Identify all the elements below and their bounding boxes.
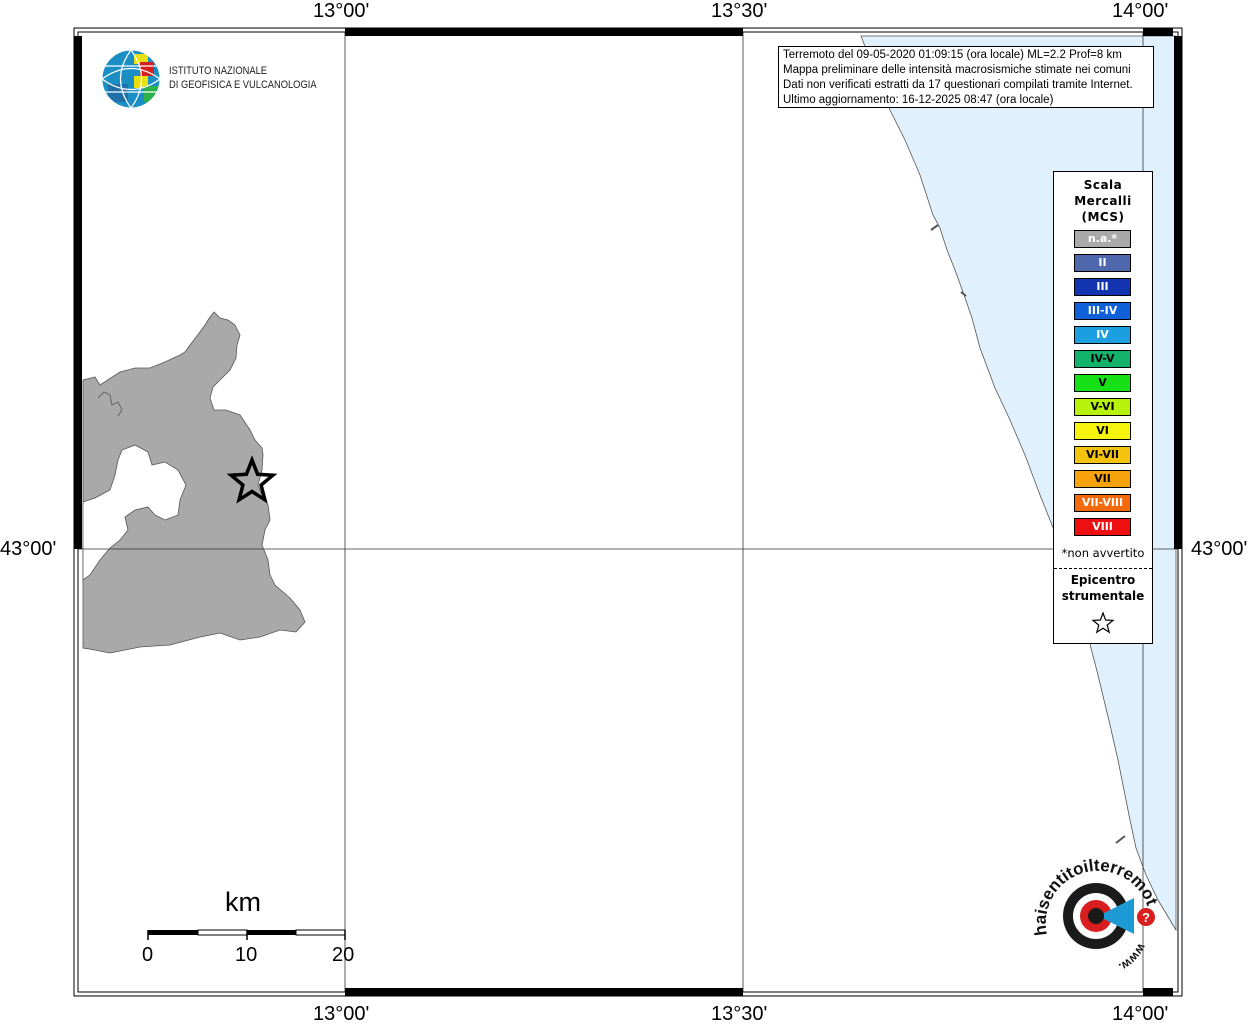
legend-swatch-vi-vii: VI-VII — [1074, 446, 1131, 464]
scale-tick-20: 20 — [332, 944, 355, 966]
legend-swatch-iv: IV — [1074, 326, 1131, 344]
intensity-legend: Scala Mercalli (MCS) n.a.* II III III-IV IV I… — [1053, 171, 1153, 644]
lon-label-top-13-00: 13°00' — [313, 0, 370, 22]
legend-swatch-vii: VII — [1074, 470, 1131, 488]
legend-title: Scala Mercalli (MCS) — [1054, 177, 1152, 225]
legend-title-line3: (MCS) — [1081, 210, 1125, 224]
legend-star-icon — [1091, 611, 1115, 634]
legend-note: *non avvertito — [1061, 546, 1145, 560]
ingv-globe-logo — [101, 49, 161, 109]
institute-name: ISTITUTO NAZIONALE DI GEOFISICA E VULCAN… — [169, 64, 317, 92]
event-info-line4: Ultimo aggiornamento: 16-12-2025 08:47 (… — [783, 94, 1054, 106]
event-info-line1: Terremoto del 09-05-2020 01:09:15 (ora l… — [783, 49, 1122, 61]
lat-label-right: 43°00' — [1191, 538, 1248, 560]
event-info-line3: Dati non verificati estratti da 17 quest… — [783, 79, 1133, 91]
scale-tick-0: 0 — [142, 944, 154, 966]
legend-swatch-iii: III — [1074, 278, 1131, 296]
legend-swatch-iii-iv: III-IV — [1074, 302, 1131, 320]
lon-label-bottom-13-30: 13°30' — [711, 1003, 768, 1025]
legend-swatch-n-a: n.a.* — [1074, 230, 1131, 248]
lon-label-top-14-00: 14°00' — [1112, 0, 1169, 22]
legend-epicenter-line2: strumentale — [1061, 589, 1145, 603]
lon-label-top-13-30: 13°30' — [711, 0, 768, 22]
legend-swatch-ii: II — [1074, 254, 1131, 272]
lon-label-bottom-13-00: 13°00' — [313, 1003, 370, 1025]
haisentito-logo-www: www. — [1117, 941, 1150, 975]
event-info-box: Terremoto del 09-05-2020 01:09:15 (ora l… — [778, 46, 1154, 108]
legend-title-line1: Scala — [1083, 178, 1123, 192]
legend-separator — [1054, 568, 1152, 569]
legend-swatch-iv-v: IV-V — [1074, 350, 1131, 368]
legend-epicenter-line1: Epicentro — [1070, 573, 1136, 587]
legend-epicenter-label: Epicentro strumentale — [1054, 572, 1152, 604]
legend-swatch-v: V — [1074, 374, 1131, 392]
legend-swatch-viii: VIII — [1074, 518, 1131, 536]
legend-swatch-vii-viii: VII-VIII — [1074, 494, 1131, 512]
institute-name-line1: ISTITUTO NAZIONALE — [169, 65, 268, 77]
lat-label-left: 43°00' — [0, 538, 57, 560]
legend-swatch-vi: VI — [1074, 422, 1131, 440]
scale-bar — [147, 929, 346, 940]
event-info-line2: Mappa preliminare delle intensità macros… — [783, 64, 1131, 76]
scale-tick-10: 10 — [235, 944, 258, 966]
scale-unit-label: km — [225, 887, 261, 917]
haisentito-logo-question: ? — [1142, 910, 1150, 925]
legend-title-line2: Mercalli — [1074, 194, 1132, 208]
institute-name-line2: DI GEOFISICA E VULCANOLOGIA — [169, 79, 317, 91]
haisentito-logo: haisentitoilterremoto.it www. ? — [1030, 858, 1162, 975]
legend-swatch-v-vi: V-VI — [1074, 398, 1131, 416]
lon-label-bottom-14-00: 14°00' — [1112, 1003, 1169, 1025]
